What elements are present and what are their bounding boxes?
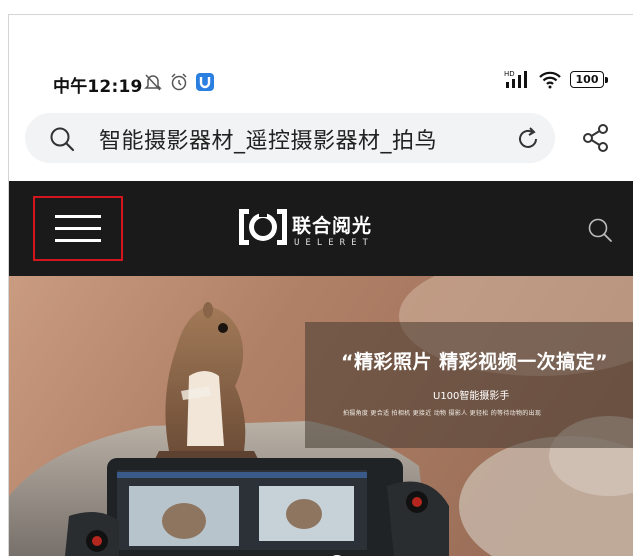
hero-product-name: U100智能摄影手 bbox=[433, 391, 510, 402]
url-bar[interactable]: 智能摄影器材_遥控摄影器材_拍鸟 bbox=[25, 113, 555, 163]
hero-caption-box: “精彩照片 精彩视频一次搞定” U100智能摄影手 拍摄角度 更合适 拍相机 更… bbox=[305, 322, 633, 448]
hamburger-menu-icon[interactable] bbox=[35, 198, 121, 259]
hero-banner[interactable]: “精彩照片 精彩视频一次搞定” U100智能摄影手 拍摄角度 更合适 拍相机 更… bbox=[9, 276, 633, 556]
signal-icon: HD bbox=[504, 70, 527, 88]
wifi-icon bbox=[539, 71, 561, 89]
phone-screen: 中午12:19 HD 100 智能摄影器材_遥控摄影器材_拍鸟 联合阅光 UEL… bbox=[8, 14, 633, 556]
mute-alarm-icon bbox=[144, 74, 162, 91]
alarm-clock-icon bbox=[171, 73, 187, 91]
hero-description: 拍摄角度 更合适 拍相机 更接近 动物 摄影人 更轻松 的等待动物的出现 bbox=[343, 410, 542, 417]
status-time: 中午12:19 bbox=[53, 77, 143, 97]
status-right-group: HD 100 bbox=[504, 69, 608, 89]
reload-icon[interactable] bbox=[515, 126, 541, 152]
battery-icon: 100 bbox=[570, 70, 608, 88]
site-logo-icon[interactable] bbox=[237, 206, 289, 248]
battery-level: 100 bbox=[575, 72, 599, 86]
site-search-icon[interactable] bbox=[586, 216, 614, 244]
network-type-label: HD bbox=[504, 70, 515, 78]
logo-text-en: UELERET bbox=[294, 238, 374, 248]
logo-text-cn[interactable]: 联合阅光 bbox=[292, 211, 372, 238]
url-text[interactable]: 智能摄影器材_遥控摄影器材_拍鸟 bbox=[99, 123, 437, 155]
hero-slogan: “精彩照片 精彩视频一次搞定” bbox=[341, 351, 609, 373]
search-icon[interactable] bbox=[49, 126, 75, 152]
share-icon[interactable] bbox=[581, 123, 611, 153]
app-notification-icon bbox=[196, 73, 214, 91]
site-header: 联合阅光 UELERET bbox=[9, 181, 633, 276]
hamburger-menu-button[interactable] bbox=[33, 196, 123, 261]
status-bar: 中午12:19 HD 100 bbox=[9, 15, 633, 105]
